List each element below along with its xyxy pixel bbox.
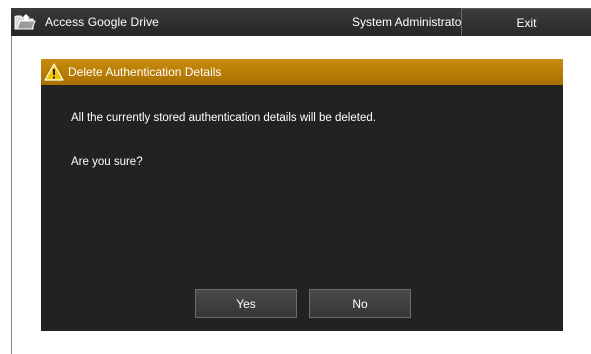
dialog-question: Are you sure? [71,156,143,168]
folder-upload-icon [13,12,37,32]
confirm-dialog: Delete Authentication Details All the cu… [41,59,563,331]
no-button[interactable]: No [309,289,411,318]
yes-button[interactable]: Yes [195,289,297,318]
header-bar: Access Google Drive System Administrator… [11,8,591,36]
screen: Access Google Drive System Administrator… [0,0,591,354]
dialog-titlebar: Delete Authentication Details [41,59,563,85]
app-title: Access Google Drive [45,15,159,29]
dialog-title: Delete Authentication Details [68,65,222,79]
user-name: System Administrator [352,15,466,29]
dialog-message: All the currently stored authentication … [71,112,376,124]
warning-icon [43,62,65,82]
exit-button[interactable]: Exit [461,8,591,36]
